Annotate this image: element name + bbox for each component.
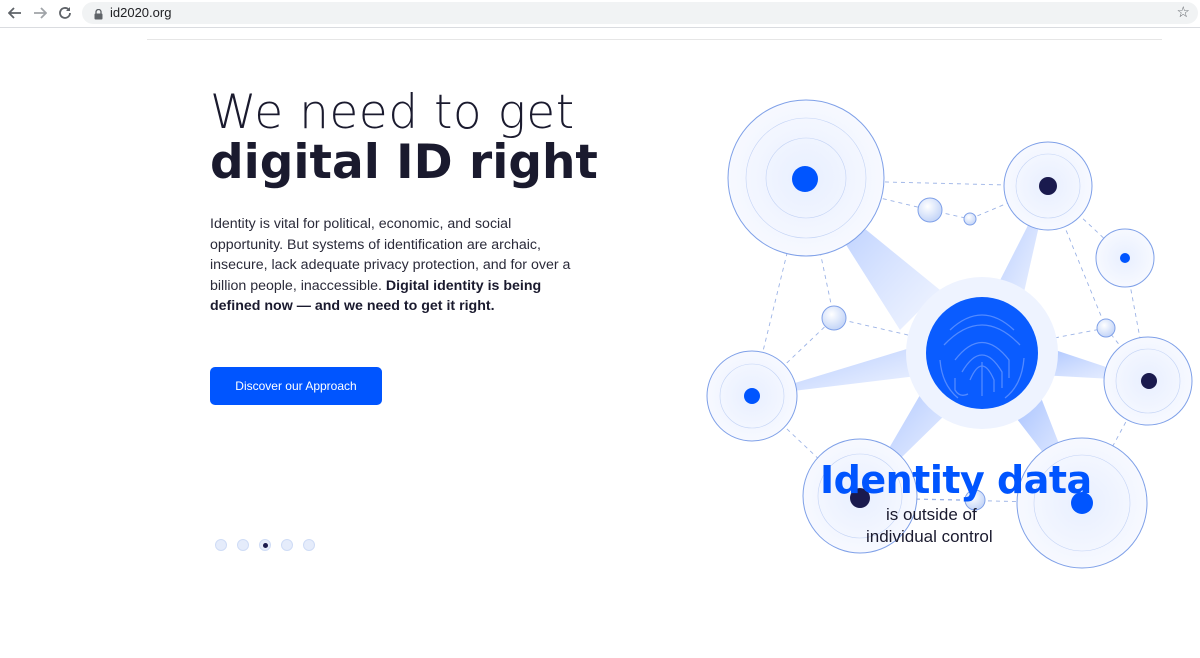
reload-icon[interactable] bbox=[56, 4, 74, 22]
carousel-dot-5[interactable] bbox=[303, 539, 315, 551]
carousel-dot-4[interactable] bbox=[281, 539, 293, 551]
title-line-2: digital ID right bbox=[210, 135, 598, 190]
network-illustration bbox=[706, 99, 1193, 569]
hero-paragraph: Identity is vital for political, economi… bbox=[210, 214, 580, 317]
forward-arrow-icon[interactable] bbox=[31, 4, 49, 22]
carousel-dots bbox=[215, 539, 315, 551]
url-text: id2020.org bbox=[110, 5, 172, 20]
illustration-headline: Identity data bbox=[820, 458, 1092, 502]
carousel-dot-1[interactable] bbox=[215, 539, 227, 551]
page-title: We need to get digital ID right bbox=[210, 88, 598, 188]
title-line-1: We need to get bbox=[210, 85, 575, 140]
lock-icon bbox=[94, 7, 103, 25]
carousel-dot-2[interactable] bbox=[237, 539, 249, 551]
fingerprint-icon bbox=[906, 277, 1058, 429]
back-arrow-icon[interactable] bbox=[6, 4, 24, 22]
star-icon[interactable]: ☆ bbox=[1177, 3, 1190, 21]
header-divider bbox=[147, 39, 1162, 40]
browser-toolbar: id2020.org ☆ bbox=[0, 0, 1200, 28]
illustration-subline-1: is outside of bbox=[886, 505, 977, 524]
discover-approach-button[interactable]: Discover our Approach bbox=[210, 367, 382, 405]
carousel-dot-3[interactable] bbox=[259, 539, 271, 551]
address-bar[interactable]: id2020.org ☆ bbox=[82, 2, 1198, 24]
illustration-subline-2: individual control bbox=[866, 527, 993, 546]
